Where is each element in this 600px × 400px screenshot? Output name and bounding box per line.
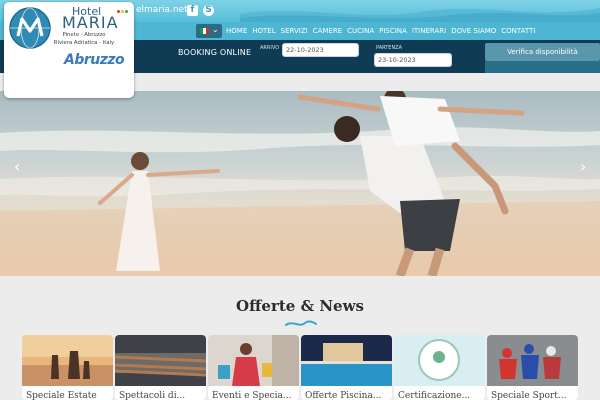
- offer-card[interactable]: Eventi e Specia...: [208, 335, 299, 400]
- italy-flag-icon: [200, 28, 209, 34]
- main-nav: HOME HOTEL SERVIZI CAMERE CUCINA PISCINA…: [224, 22, 538, 40]
- email-link[interactable]: elmaria.net: [136, 5, 188, 15]
- offers-section-title: Offerte & News: [236, 297, 364, 315]
- arrival-label: Arrivo: [260, 45, 280, 51]
- nav-itinerari[interactable]: ITINERARI: [410, 22, 448, 40]
- logo-name-text: MARIA: [62, 13, 119, 32]
- chevron-down-icon: ⌄: [212, 25, 219, 34]
- offer-card-title: Speciale Sport...: [491, 391, 567, 400]
- nav-contatti[interactable]: CONTATTI: [499, 22, 537, 40]
- hero-slider[interactable]: ‹ ›: [0, 91, 600, 276]
- hotel-logo[interactable]: Hotel MARIA Pineto - Abruzzo Riviera Adr…: [4, 2, 134, 98]
- offer-card-title: Speciale Estate: [26, 391, 97, 400]
- logo-dots: [117, 10, 128, 13]
- abruzzo-region-logo: Abruzzo: [64, 52, 125, 68]
- logo-address-2: Riviera Adriatica - Italy: [53, 40, 115, 46]
- skype-icon[interactable]: S: [203, 5, 214, 16]
- nav-hotel[interactable]: HOTEL: [250, 22, 277, 40]
- language-selector[interactable]: ⌄: [196, 24, 222, 38]
- hotel-pool-night-image: [301, 335, 392, 386]
- grill-skewers-image: [115, 335, 206, 386]
- nav-dove-siamo[interactable]: DOVE SIAMO: [449, 22, 498, 40]
- nav-home[interactable]: HOME: [224, 22, 249, 40]
- offer-card-title: Offerte Piscina...: [305, 391, 382, 400]
- hero-prev-arrow[interactable]: ‹: [14, 157, 20, 176]
- offer-card[interactable]: Speciale Estate: [22, 335, 113, 400]
- departure-date-field[interactable]: [374, 53, 452, 67]
- booking-bar-accent: [485, 61, 600, 73]
- check-availability-button[interactable]: Verifica disponibilità: [485, 43, 600, 61]
- offer-card[interactable]: Offerte Piscina...: [301, 335, 392, 400]
- eco-certificate-image: [394, 335, 485, 386]
- page: elmaria.net f S ⌄ HOME HOTEL SERVIZI CAM…: [0, 0, 600, 400]
- nav-cucina[interactable]: CUCINA: [345, 22, 376, 40]
- offers-cards: Speciale Estate Spettacoli di... Eventi …: [22, 335, 600, 400]
- wave-divider-icon: [285, 320, 317, 326]
- family-beach-sunset-image: [22, 335, 113, 386]
- logo-address-1: Pineto - Abruzzo: [62, 32, 106, 38]
- offer-card[interactable]: Certificazione...: [394, 335, 485, 400]
- woman-shopping-bags-image: [208, 335, 299, 386]
- hero-beach-image: [0, 91, 600, 276]
- hero-next-arrow[interactable]: ›: [580, 157, 586, 176]
- decorative-wave: [240, 8, 600, 22]
- offer-card[interactable]: Speciale Sport...: [487, 335, 578, 400]
- offer-card[interactable]: Spettacoli di...: [115, 335, 206, 400]
- nav-servizi[interactable]: SERVIZI: [279, 22, 310, 40]
- departure-label: Partenza: [376, 45, 403, 51]
- offer-card-title: Certificazione...: [398, 391, 471, 400]
- facebook-icon[interactable]: f: [187, 5, 198, 16]
- cyclists-race-image: [487, 335, 578, 386]
- arrival-date-field[interactable]: [282, 43, 359, 57]
- nav-camere[interactable]: CAMERE: [311, 22, 344, 40]
- booking-title: BOOKING ONLINE: [178, 48, 252, 57]
- offer-card-title: Eventi e Specia...: [212, 391, 292, 400]
- nav-piscina[interactable]: PISCINA: [377, 22, 409, 40]
- offer-card-title: Spettacoli di...: [119, 391, 186, 400]
